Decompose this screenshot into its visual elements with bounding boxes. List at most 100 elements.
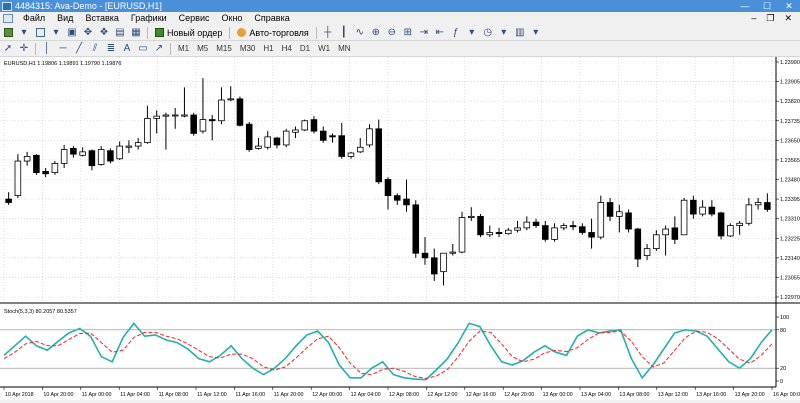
new-chart-icon[interactable] [1, 26, 15, 40]
candle-body-bullish [171, 114, 179, 117]
chart-canvas[interactable]: 1.23990 1.23905 1.23820 1.23735 1.23650 1.235… [0, 57, 800, 400]
chevron-down-icon[interactable]: ▾ [465, 26, 479, 40]
line-chart-icon[interactable]: ∿ [353, 26, 367, 40]
text-tool-icon[interactable]: A [120, 42, 134, 56]
standard-toolbar: ▾ ▾ ▣ ✥ ❖ ▤ ▦ Новый ордер Авто-торговля … [0, 25, 800, 41]
new-order-button[interactable]: Новый ордер [152, 26, 225, 40]
candle-body-bearish [208, 119, 216, 122]
timeframe-m1[interactable]: M1 [174, 44, 193, 53]
candle-body-bullish [699, 206, 706, 215]
timeframe-h1[interactable]: H1 [259, 44, 277, 53]
timeframe-mn[interactable]: MN [334, 44, 354, 53]
chart-shift-icon[interactable]: ⇤ [433, 26, 447, 40]
auto-scroll-icon[interactable]: ⇥ [417, 26, 431, 40]
menu-charts[interactable]: Графики [125, 12, 173, 25]
time-tick-label: 12 Apr 16:00 [466, 392, 496, 398]
horizontal-line-icon[interactable]: ─ [56, 42, 70, 56]
doc-minimize-button[interactable]: – [751, 13, 756, 24]
tile-windows-icon[interactable]: ⊞ [401, 26, 415, 40]
price-tick-label: 1.22970 [780, 295, 800, 301]
timeframe-m30[interactable]: M30 [236, 44, 260, 53]
timeframe-d1[interactable]: D1 [296, 44, 314, 53]
time-tick-label: 12 Apr 00:00 [312, 392, 342, 398]
time-tick-label: 11 Apr 08:00 [159, 392, 189, 398]
time-tick-label: 11 Apr 12:00 [197, 392, 227, 398]
menu-insert[interactable]: Вставка [79, 12, 124, 25]
candle-body-bearish [634, 228, 642, 260]
chart-window[interactable]: 1.23990 1.23905 1.23820 1.23735 1.23650 1.235… [0, 57, 800, 400]
zoom-in-icon[interactable]: ⊕ [369, 26, 383, 40]
zoom-out-icon[interactable]: ⊖ [385, 26, 399, 40]
plus-icon [155, 28, 164, 37]
candlestick-icon[interactable]: ┃ [337, 26, 351, 40]
candle-body-bullish [264, 136, 271, 148]
crosshair-icon[interactable]: ✛ [17, 42, 31, 56]
market-watch-icon[interactable]: ▣ [65, 26, 79, 40]
menu-file[interactable]: Файл [17, 12, 51, 25]
chevron-down-icon[interactable]: ▾ [17, 26, 31, 40]
timeframe-h4[interactable]: H4 [278, 44, 296, 53]
candle-body-bearish [273, 137, 281, 146]
menu-view[interactable]: Вид [51, 12, 79, 25]
candle-body-bearish [542, 225, 549, 240]
channel-icon[interactable]: ⫽ [88, 42, 102, 56]
templates-icon[interactable]: ▥ [513, 26, 527, 40]
maximize-button[interactable]: ☐ [756, 0, 778, 12]
navigator-icon[interactable]: ❖ [97, 26, 111, 40]
stochastic-tick-label: 0 [780, 379, 783, 385]
candle-body-bearish [384, 179, 392, 197]
timeframe-m5[interactable]: M5 [193, 44, 212, 53]
candle-body-bullish [218, 99, 225, 122]
time-tick-label: 16 Apr 00:00 [773, 392, 800, 398]
price-tick-label: 1.23225 [780, 236, 800, 242]
candle-body-bearish [319, 130, 327, 141]
cursor-icon[interactable]: ➚ [1, 42, 15, 56]
data-window-icon[interactable]: ✥ [81, 26, 95, 40]
price-tick-label: 1.23905 [780, 80, 800, 86]
periods-icon[interactable]: ◷ [481, 26, 495, 40]
menu-bar: Файл Вид Вставка Графики Сервис Окно Спр… [0, 12, 800, 25]
candle-body-bearish [393, 195, 401, 201]
candle-body-bearish [764, 202, 771, 210]
doc-close-button[interactable]: ✕ [784, 13, 792, 24]
time-tick-label: 13 Apr 00:00 [543, 392, 573, 398]
candle-body-bearish [310, 119, 318, 132]
candle-body-bearish [430, 257, 438, 275]
strategy-tester-icon[interactable]: ▦ [129, 26, 143, 40]
trendline-icon[interactable]: ╱ [72, 42, 86, 56]
candle-body-bullish [199, 119, 207, 132]
candle-body-bullish [523, 221, 531, 229]
timeframe-m15[interactable]: M15 [212, 44, 236, 53]
candle-body-bearish [708, 206, 716, 215]
candle-body-bullish [23, 156, 31, 162]
close-button[interactable]: ✕ [778, 0, 800, 12]
profiles-icon[interactable] [33, 26, 47, 40]
chevron-down-icon[interactable]: ▾ [49, 26, 63, 40]
candle-body-bullish [486, 232, 494, 236]
menu-window[interactable]: Окно [216, 12, 249, 25]
minimize-button[interactable]: — [734, 0, 756, 12]
bar-chart-icon[interactable]: ┼ [321, 26, 335, 40]
label-tool-icon[interactable]: ▭ [136, 42, 150, 56]
time-tick-label: 13 Apr 04:00 [581, 392, 611, 398]
vertical-line-icon[interactable]: │ [40, 42, 54, 56]
candle-body-bearish [70, 147, 77, 155]
timeframe-w1[interactable]: W1 [314, 44, 334, 53]
menu-tools[interactable]: Сервис [173, 12, 216, 25]
time-tick-label: 12 Apr 12:00 [427, 392, 457, 398]
terminal-icon[interactable]: ▤ [113, 26, 127, 40]
auto-trading-button[interactable]: Авто-торговля [234, 26, 311, 40]
arrows-icon[interactable]: ↗ [152, 42, 166, 56]
menu-help[interactable]: Справка [248, 12, 295, 25]
chevron-down-icon[interactable]: ▾ [529, 26, 543, 40]
candle-body-bullish [356, 146, 364, 153]
doc-restore-button[interactable]: ❐ [766, 13, 774, 24]
app-icon [2, 1, 12, 11]
chevron-down-icon[interactable]: ▾ [497, 26, 511, 40]
indicators-icon[interactable]: ƒ [449, 26, 463, 40]
fibonacci-icon[interactable]: ≣ [104, 42, 118, 56]
candle-body-bearish [236, 98, 244, 126]
time-tick-label: 10 Apr 20:00 [43, 392, 73, 398]
candle-body-bullish [162, 114, 170, 117]
line-studies-toolbar: ➚ ✛ │ ─ ╱ ⫽ ≣ A ▭ ↗ M1 M5 M15 M30 H1 H4 … [0, 41, 800, 57]
